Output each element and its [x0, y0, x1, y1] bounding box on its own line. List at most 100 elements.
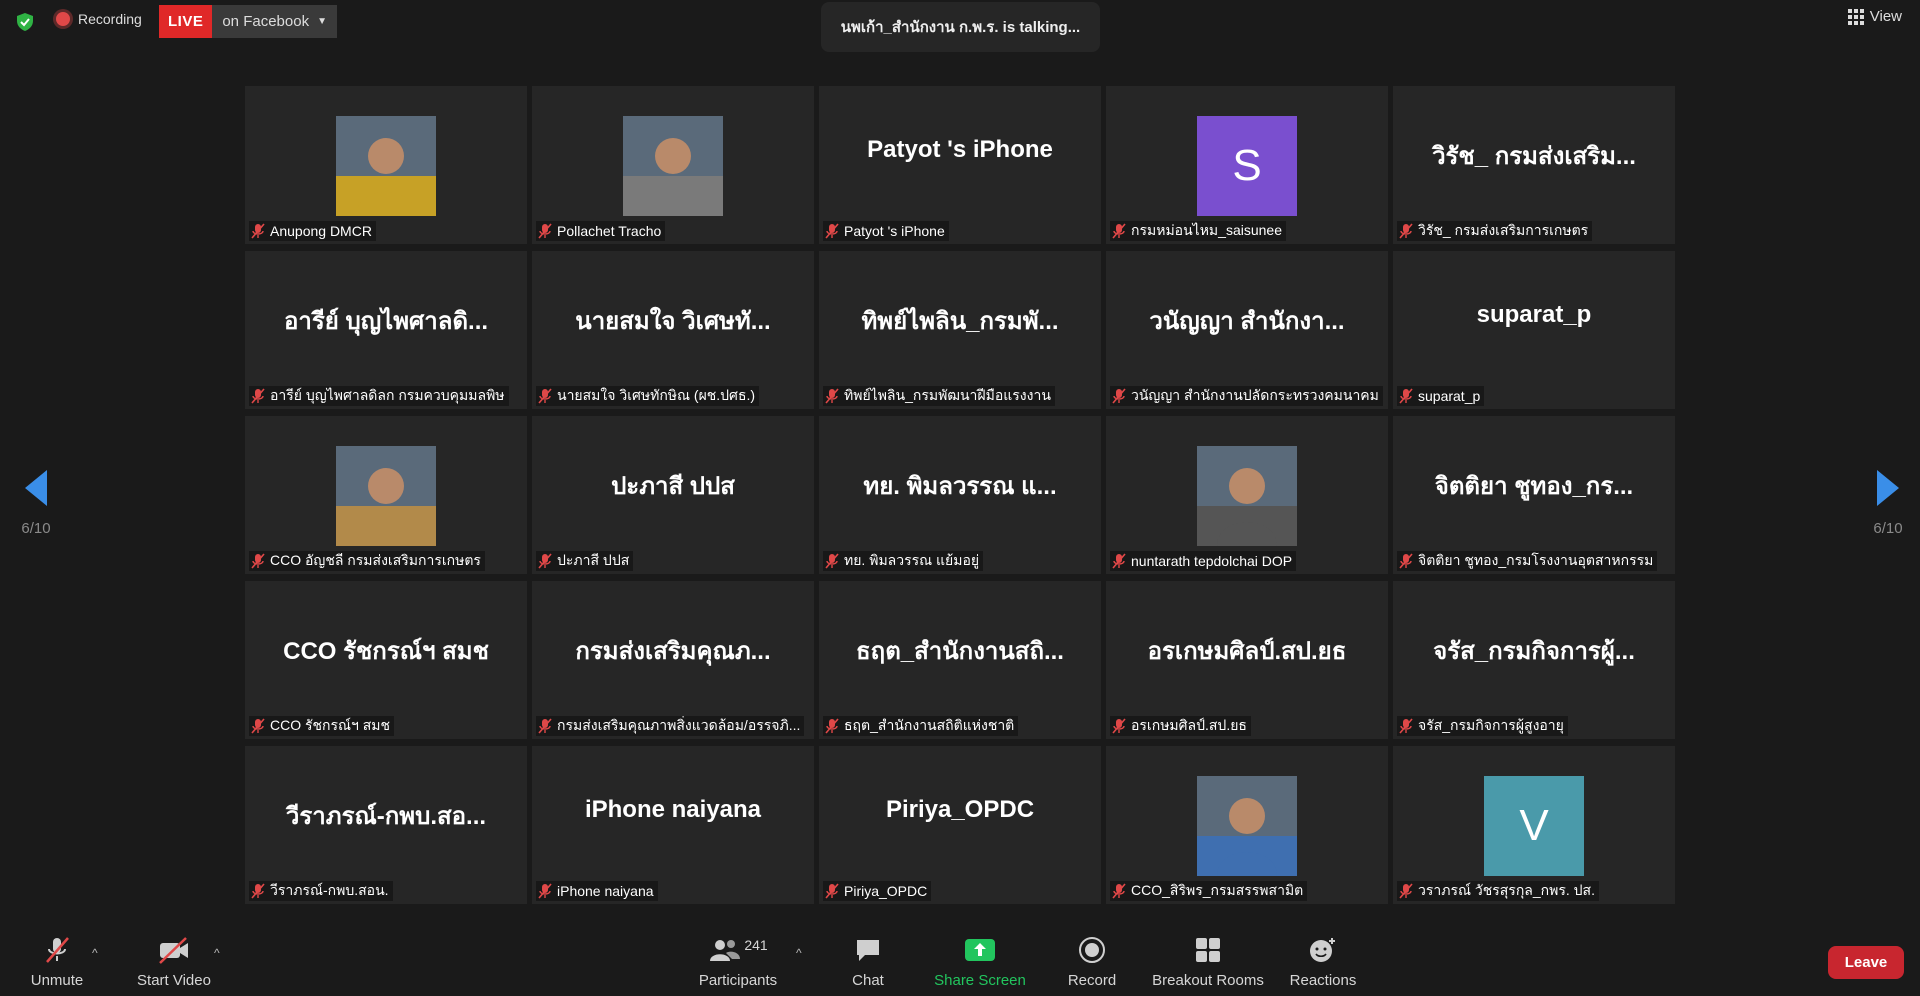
view-button[interactable]: View [1847, 8, 1902, 25]
participant-display-name: อารีย์ บุญไพศาลดิ... [283, 308, 489, 335]
participants-button[interactable]: 241 Participants [692, 934, 784, 989]
participant-tile[interactable]: นายสมใจ วิเศษทั... นายสมใจ วิเศษทักษิณ (ผ… [532, 251, 814, 409]
participant-tile[interactable]: จิตติยา ชูทอง_กร... จิตติยา ชูทอง_กรมโรงง… [1393, 416, 1675, 574]
participants-label: Participants [698, 972, 778, 989]
participant-tile[interactable]: CCO รัชกรณ์ฯ สมช CCO รัชกรณ์ฯ สมช [245, 581, 527, 739]
participant-tile[interactable]: CCO_สิริพร_กรมสรรพสามิต [1106, 746, 1388, 904]
muted-mic-icon [22, 934, 92, 966]
participant-tile[interactable]: nuntarath tepdolchai DOP [1106, 416, 1388, 574]
participants-caret-icon[interactable]: ^ [796, 946, 802, 960]
participant-display-name: ธฤต_สำนักงานสถิ... [856, 638, 1064, 665]
live-stream-control[interactable]: LIVE on Facebook ▼ [159, 5, 337, 38]
security-shield-icon[interactable] [15, 12, 35, 32]
muted-mic-icon [538, 883, 552, 899]
participant-display-name: Patyot 's iPhone [867, 136, 1053, 163]
muted-mic-icon [538, 223, 552, 239]
participant-tile[interactable]: วนัญญา สำนักงา... วนัญญา สำนักงานปลัดกระท… [1106, 251, 1388, 409]
leave-button[interactable]: Leave [1828, 946, 1904, 979]
participant-tile[interactable]: ทิพย์ไพลิน_กรมพั... ทิพย์ไพลิน_กรมพัฒนาฝี… [819, 251, 1101, 409]
muted-mic-icon [251, 883, 265, 899]
reactions-label: Reactions [1289, 972, 1357, 989]
muted-mic-icon [538, 718, 552, 734]
participant-display-name: อรเกษมศิลป์.สป.ยธ [1147, 638, 1347, 665]
start-video-button[interactable]: Start Video [130, 934, 218, 989]
participant-display-name: วิรัช_ กรมส่งเสริม... [1432, 143, 1636, 170]
participant-name-label: กรมหม่อนไหม_saisunee [1110, 221, 1286, 241]
participant-tile[interactable]: V วราภรณ์ วัชรสุรกุล_กพร. ปส. [1393, 746, 1675, 904]
participant-name-label: suparat_p [1397, 386, 1485, 406]
leave-label: Leave [1844, 954, 1888, 971]
video-options-caret-icon[interactable]: ^ [214, 946, 220, 960]
participant-tile[interactable]: iPhone naiyana iPhone naiyana [532, 746, 814, 904]
participant-name-text: ทิพย์ไพลิน_กรมพัฒนาฝีมือแรงงาน [844, 387, 1051, 403]
muted-mic-icon [1399, 223, 1413, 239]
participant-name-text: ทย. พิมลวรรณ แย้มอยู่ [844, 552, 980, 568]
live-target-dropdown[interactable]: on Facebook ▼ [212, 5, 337, 38]
participant-tile[interactable]: S กรมหม่อนไหม_saisunee [1106, 86, 1388, 244]
share-screen-label: Share Screen [934, 972, 1026, 989]
chat-label: Chat [852, 972, 884, 989]
participant-avatar: V [1484, 776, 1584, 876]
record-icon [1062, 934, 1122, 966]
participant-name-text: CCO รัชกรณ์ฯ สมช [270, 717, 391, 733]
live-target-label: on Facebook [222, 13, 310, 30]
participant-name-text: Anupong DMCR [270, 223, 372, 239]
participant-display-name: นายสมใจ วิเศษทั... [575, 308, 771, 335]
active-speaker-banner: นพเก้า_สำนักงาน ก.พ.ร. is talking... [821, 2, 1100, 52]
muted-mic-icon [251, 718, 265, 734]
participant-tile[interactable]: Anupong DMCR [245, 86, 527, 244]
recording-indicator[interactable]: Recording [56, 11, 142, 27]
muted-mic-icon [251, 553, 265, 569]
chat-button[interactable]: Chat [840, 934, 896, 989]
participant-tile[interactable]: วิรัช_ กรมส่งเสริม... วิรัช_ กรมส่งเสริมก… [1393, 86, 1675, 244]
record-button[interactable]: Record [1062, 934, 1122, 989]
participants-icon-row: 241 [692, 934, 784, 966]
participant-tile[interactable]: CCO อัญชลี กรมส่งเสริมการเกษตร [245, 416, 527, 574]
participant-name-label: CCO_สิริพร_กรมสรรพสามิต [1110, 881, 1308, 901]
participant-tile[interactable]: อรเกษมศิลป์.สป.ยธ อรเกษมศิลป์.สป.ยธ [1106, 581, 1388, 739]
participant-name-text: ปะภาสี ปปส [557, 552, 630, 568]
muted-mic-icon [1399, 883, 1413, 899]
participant-name-text: ธฤต_สำนักงานสถิติแห่งชาติ [844, 717, 1015, 733]
video-gallery: Anupong DMCR Pollachet Tracho Patyot 's iP… [245, 86, 1675, 904]
participant-tile[interactable]: Pollachet Tracho [532, 86, 814, 244]
participant-tile[interactable]: ทย. พิมลวรรณ แ... ทย. พิมลวรรณ แย้มอยู่ [819, 416, 1101, 574]
muted-mic-icon [1399, 718, 1413, 734]
muted-mic-icon [825, 223, 839, 239]
participant-tile[interactable]: Piriya_OPDC Piriya_OPDC [819, 746, 1101, 904]
participant-name-label: วราภรณ์ วัชรสุรกุล_กพร. ปส. [1397, 881, 1599, 901]
participant-display-name: จรัส_กรมกิจการผู้... [1433, 638, 1635, 665]
participant-tile[interactable]: ปะภาสี ปปส ปะภาสี ปปส [532, 416, 814, 574]
participant-display-name: กรมส่งเสริมคุณภ... [575, 638, 771, 665]
participant-name-text: จรัส_กรมกิจการผู้สูงอายุ [1418, 717, 1564, 733]
breakout-rooms-button[interactable]: Breakout Rooms [1148, 934, 1268, 989]
view-label: View [1869, 8, 1902, 25]
participant-name-text: กรมส่งเสริมคุณภาพสิ่งแวดล้อม/อรรจภิ... [557, 717, 801, 733]
record-label: Record [1067, 972, 1117, 989]
participant-tile[interactable]: วีราภรณ์-กพบ.สอ... วีราภรณ์-กพบ.สอน. [245, 746, 527, 904]
muted-mic-icon [1112, 553, 1126, 569]
prev-page-button[interactable]: 6/10 [6, 470, 66, 537]
participant-display-name: iPhone naiyana [584, 796, 762, 823]
participant-tile[interactable]: suparat_p suparat_p [1393, 251, 1675, 409]
muted-mic-icon [1399, 553, 1413, 569]
participant-name-text: Piriya_OPDC [844, 883, 928, 899]
share-screen-button[interactable]: Share Screen [928, 934, 1032, 989]
participant-tile[interactable]: ธฤต_สำนักงานสถิ... ธฤต_สำนักงานสถิติแห่งช… [819, 581, 1101, 739]
participant-tile[interactable]: Patyot 's iPhone Patyot 's iPhone [819, 86, 1101, 244]
participant-name-label: ทิพย์ไพลิน_กรมพัฒนาฝีมือแรงงาน [823, 386, 1055, 406]
muted-mic-icon [1112, 388, 1126, 404]
participant-name-label: อารีย์ บุญไพศาลดิลก กรมควบคุมมลพิษ [249, 386, 509, 406]
participant-avatar: S [1197, 116, 1297, 216]
reactions-button[interactable]: Reactions [1286, 934, 1360, 989]
unmute-button[interactable]: Unmute [22, 934, 92, 989]
next-page-button[interactable]: 6/10 [1858, 470, 1918, 537]
recording-label: Recording [78, 11, 142, 27]
audio-options-caret-icon[interactable]: ^ [92, 946, 98, 960]
participant-tile[interactable]: กรมส่งเสริมคุณภ... กรมส่งเสริมคุณภาพสิ่งแ… [532, 581, 814, 739]
participant-display-name: Piriya_OPDC [885, 796, 1035, 823]
participant-photo [1197, 776, 1297, 876]
participant-tile[interactable]: อารีย์ บุญไพศาลดิ... อารีย์ บุญไพศาลดิลก … [245, 251, 527, 409]
participant-name-label: นายสมใจ วิเศษทักษิณ (ผช.ปศธ.) [536, 386, 760, 406]
participant-tile[interactable]: จรัส_กรมกิจการผู้... จรัส_กรมกิจการผู้สูง… [1393, 581, 1675, 739]
